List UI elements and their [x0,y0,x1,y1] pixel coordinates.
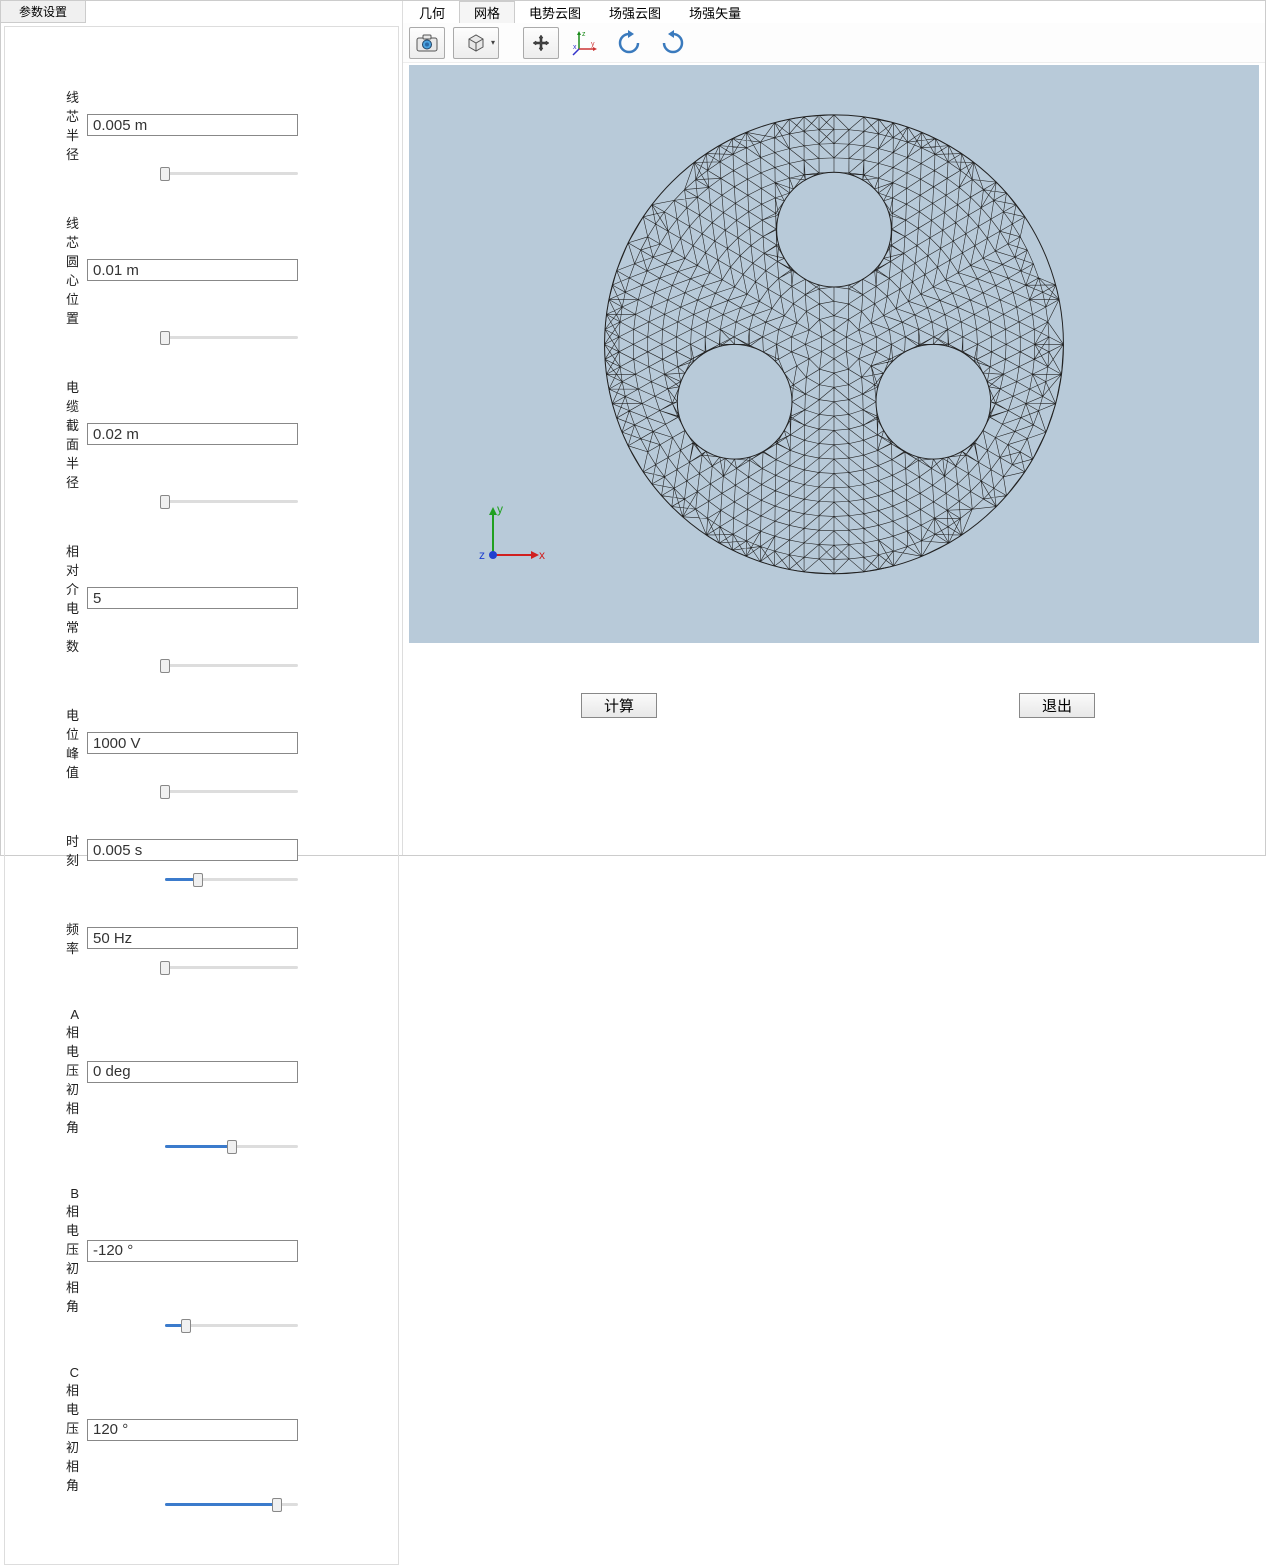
param-row: 电位峰值 [5,705,298,799]
param-input-6[interactable] [87,927,298,949]
viewport-toolbar: zy x [403,23,1265,63]
sidebar-tab-params[interactable]: 参数设置 [1,1,86,23]
param-input-7[interactable] [87,1061,298,1083]
svg-text:z: z [582,31,586,38]
param-slider-6[interactable] [165,961,298,975]
param-label: 电缆截面半径 [65,377,87,491]
param-input-0[interactable] [87,114,298,136]
param-slider-4[interactable] [165,785,298,799]
view-cube-button[interactable] [453,27,499,59]
axes-triad-icon: x y z [475,503,545,573]
param-input-3[interactable] [87,587,298,609]
tab-2[interactable]: 电势云图 [515,1,595,23]
param-input-9[interactable] [87,1419,298,1441]
tab-0[interactable]: 几何 [405,1,459,23]
svg-text:y: y [591,41,595,48]
param-input-2[interactable] [87,423,298,445]
param-label: B相电压初相角 [65,1186,87,1315]
param-input-5[interactable] [87,839,298,861]
tab-1[interactable]: 网格 [459,1,515,23]
param-label: 线芯半径 [65,87,87,163]
param-label: 时刻 [65,831,87,869]
camera-button[interactable] [409,27,445,59]
rotate-ccw-button[interactable] [611,27,647,59]
param-row: 电缆截面半径 [5,377,298,509]
main-panel: 几何网格电势云图场强云图场强矢量 zyx [403,1,1265,855]
param-slider-7[interactable] [165,1140,298,1154]
axes-toggle-button[interactable]: zy x [567,27,603,59]
view-tabs: 几何网格电势云图场强云图场强矢量 [403,1,1265,23]
param-label: A相电压初相角 [65,1007,87,1136]
param-input-8[interactable] [87,1240,298,1262]
param-row: B相电压初相角 [5,1186,298,1333]
param-row: 线芯圆心位置 [5,213,298,345]
param-row: 频率 [5,919,298,975]
param-row: 相对介电常数 [5,541,298,673]
param-slider-1[interactable] [165,331,298,345]
param-label: 线芯圆心位置 [65,213,87,327]
param-row: C相电压初相角 [5,1365,298,1512]
param-input-1[interactable] [87,259,298,281]
svg-text:x: x [539,548,545,562]
sidebar: 参数设置 线芯半径 线芯圆心位置 电缆截面半径 [1,1,403,855]
svg-text:x: x [573,44,577,51]
param-slider-2[interactable] [165,495,298,509]
param-slider-8[interactable] [165,1319,298,1333]
compute-button[interactable]: 计算 [581,693,657,718]
param-label: 电位峰值 [65,705,87,781]
svg-text:y: y [497,503,503,516]
param-input-4[interactable] [87,732,298,754]
svg-text:z: z [479,548,485,562]
param-row: 时刻 [5,831,298,887]
param-row: A相电压初相角 [5,1007,298,1154]
param-slider-0[interactable] [165,167,298,181]
rotate-cw-button[interactable] [655,27,691,59]
param-label: 相对介电常数 [65,541,87,655]
tab-3[interactable]: 场强云图 [595,1,675,23]
param-label: 频率 [65,919,87,957]
exit-button[interactable]: 退出 [1019,693,1095,718]
pan-button[interactable] [523,27,559,59]
param-label: C相电压初相角 [65,1365,87,1494]
mesh-viewport[interactable]: x y z [409,65,1259,643]
param-slider-5[interactable] [165,873,298,887]
param-row: 线芯半径 [5,87,298,181]
param-slider-3[interactable] [165,659,298,673]
param-slider-9[interactable] [165,1498,298,1512]
params-panel: 线芯半径 线芯圆心位置 电缆截面半径 相对介电常数 [4,26,399,1565]
tab-4[interactable]: 场强矢量 [675,1,755,23]
